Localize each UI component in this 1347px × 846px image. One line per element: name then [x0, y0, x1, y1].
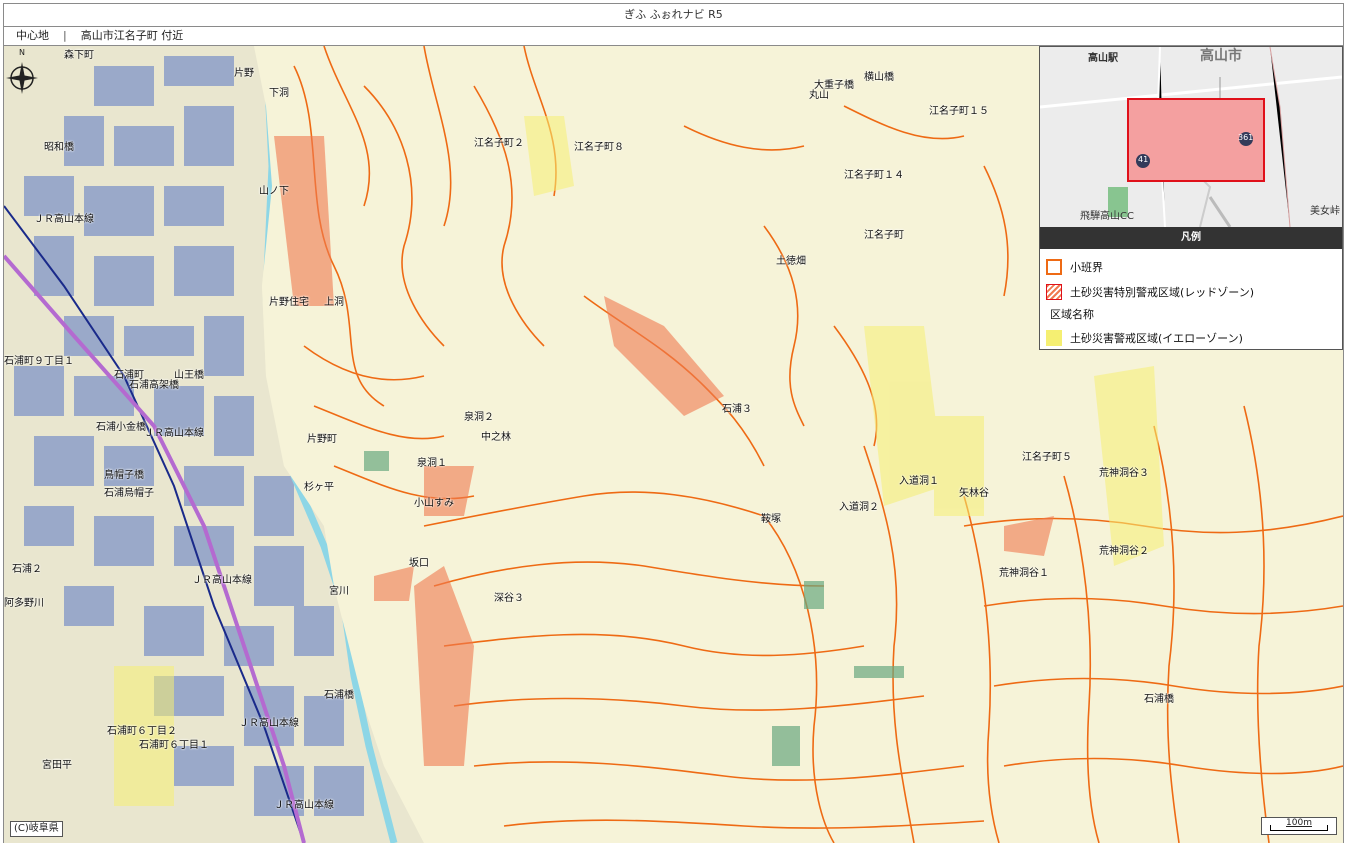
map-place-label: 山王橋 [174, 370, 204, 381]
legend-header: 凡例 [1040, 227, 1342, 249]
map-place-label: 鞍塚 [761, 514, 781, 525]
map-place-label: ＪＲ高山本線 [192, 575, 252, 586]
map-place-label: 宮田平 [42, 760, 72, 771]
map-place-label: ＪＲ高山本線 [239, 718, 299, 729]
map-place-label: 江名子町１４ [844, 170, 904, 181]
legend-item-label: 小班界 [1070, 261, 1103, 274]
location-value: 高山市江名子町 付近 [80, 29, 184, 42]
map-place-label: 泉洞２ [464, 412, 494, 423]
map-place-label: 泉洞１ [417, 458, 447, 469]
map-place-label: 石浦町９丁目１ [4, 356, 74, 367]
map-place-label: 荒神洞谷２ [1099, 546, 1149, 557]
scale-bar-line [1270, 825, 1328, 831]
app-title: ぎふ ふぉれナビ R5 [4, 4, 1343, 27]
map-place-label: 小山すみ [414, 498, 454, 509]
legend-item-label: 土砂災害警戒区域(イエローゾーン) [1070, 332, 1243, 345]
map-place-label: 石浦町 [114, 370, 144, 381]
map-place-label: 江名子町１５ [929, 106, 989, 117]
map-place-label: 石浦橋 [1144, 694, 1174, 705]
map-place-label: 石浦橋 [324, 690, 354, 701]
map-place-label: 石浦町６丁目２ [107, 726, 177, 737]
yellow-zone-swatch [1046, 330, 1062, 346]
map-place-label: ＪＲ高山本線 [274, 800, 334, 811]
map-place-label: 深谷３ [494, 593, 524, 604]
map-place-label: 鳥帽子橋 [104, 470, 144, 481]
scale-bar: 100m [1261, 817, 1337, 835]
map-place-label: 江名子町２ [474, 138, 524, 149]
red-zone-swatch [1046, 284, 1062, 300]
map-place-label: 石浦３ [722, 404, 752, 415]
map-place-label: 石浦烏帽子 [104, 488, 154, 499]
map-place-label: 石浦小金橋 [96, 422, 146, 433]
route-badge: 361 [1238, 133, 1254, 142]
legend-item-label: 区域名称 [1050, 308, 1094, 321]
location-bar: 中心地 | 高山市江名子町 付近 [4, 27, 1343, 45]
map-place-label: 坂口 [409, 558, 429, 569]
map-place-label: 宮川 [329, 586, 349, 597]
map-place-label: 下洞 [269, 88, 289, 99]
map-place-label: 荒神洞谷１ [999, 568, 1049, 579]
map-window: ぎふ ふぉれナビ R5 中心地 | 高山市江名子町 付近 森下町 片野 下洞 昭… [3, 3, 1344, 843]
map-place-label: 杉ヶ平 [304, 482, 334, 493]
parcel-boundary-swatch [1046, 259, 1062, 275]
map-place-label: 石浦町６丁目１ [139, 740, 209, 751]
legend-panel: 高山駅 高山市 飛騨高山CC 美女峠 41 361 凡例 小班界 土砂災害特別警… [1039, 46, 1343, 350]
map-place-label: 片野 [234, 68, 254, 79]
overview-label: 高山駅 [1088, 53, 1118, 64]
location-separator: | [63, 29, 67, 42]
overview-label: 高山市 [1200, 48, 1242, 64]
location-label: 中心地 [16, 29, 49, 42]
map-place-label: 大重子橋 [814, 80, 854, 91]
map-place-label: ＪＲ高山本線 [144, 428, 204, 439]
map-place-label: 上洞 [324, 297, 344, 308]
map-place-label: 阿多野川 [4, 598, 44, 609]
map-place-label: 土徳畑 [776, 256, 806, 267]
map-place-label: 片野町 [307, 434, 337, 445]
map-place-label: 江名子町 [864, 230, 904, 241]
overview-map[interactable]: 高山駅 高山市 飛騨高山CC 美女峠 41 361 [1040, 47, 1342, 227]
map-place-label: 入道洞１ [899, 476, 939, 487]
map-place-label: 昭和橋 [44, 142, 74, 153]
map-place-label: 石浦２ [12, 564, 42, 575]
compass-icon: N [6, 48, 38, 94]
map-place-label: 荒神洞谷３ [1099, 468, 1149, 479]
map-place-label: 森下町 [64, 50, 94, 61]
map-canvas[interactable]: 森下町 片野 下洞 昭和橋 山ノ下 ＪＲ高山本線 片野住宅 上洞 江名子町２ 江名子町８ 丸山 大重子… [4, 45, 1343, 843]
copyright-notice: (C)岐阜県 [10, 821, 63, 837]
map-place-label: 横山橋 [864, 72, 894, 83]
map-place-label: 江名子町５ [1022, 452, 1072, 463]
map-place-label: 入道洞２ [839, 502, 879, 513]
overview-label: 美女峠 [1310, 206, 1340, 217]
map-place-label: ＪＲ高山本線 [34, 214, 94, 225]
map-place-label: 中之林 [481, 432, 511, 443]
route-badge: 41 [1138, 155, 1149, 164]
map-place-label: 江名子町８ [574, 142, 624, 153]
legend-item-label: 土砂災害特別警戒区域(レッドゾーン) [1070, 286, 1255, 299]
map-place-label: 山ノ下 [259, 186, 289, 197]
svg-text:N: N [19, 48, 25, 57]
map-place-label: 片野住宅 [269, 297, 309, 308]
overview-label: 飛騨高山CC [1080, 211, 1134, 222]
map-place-label: 矢林谷 [959, 488, 989, 499]
overview-map-graphic [1040, 47, 1342, 227]
